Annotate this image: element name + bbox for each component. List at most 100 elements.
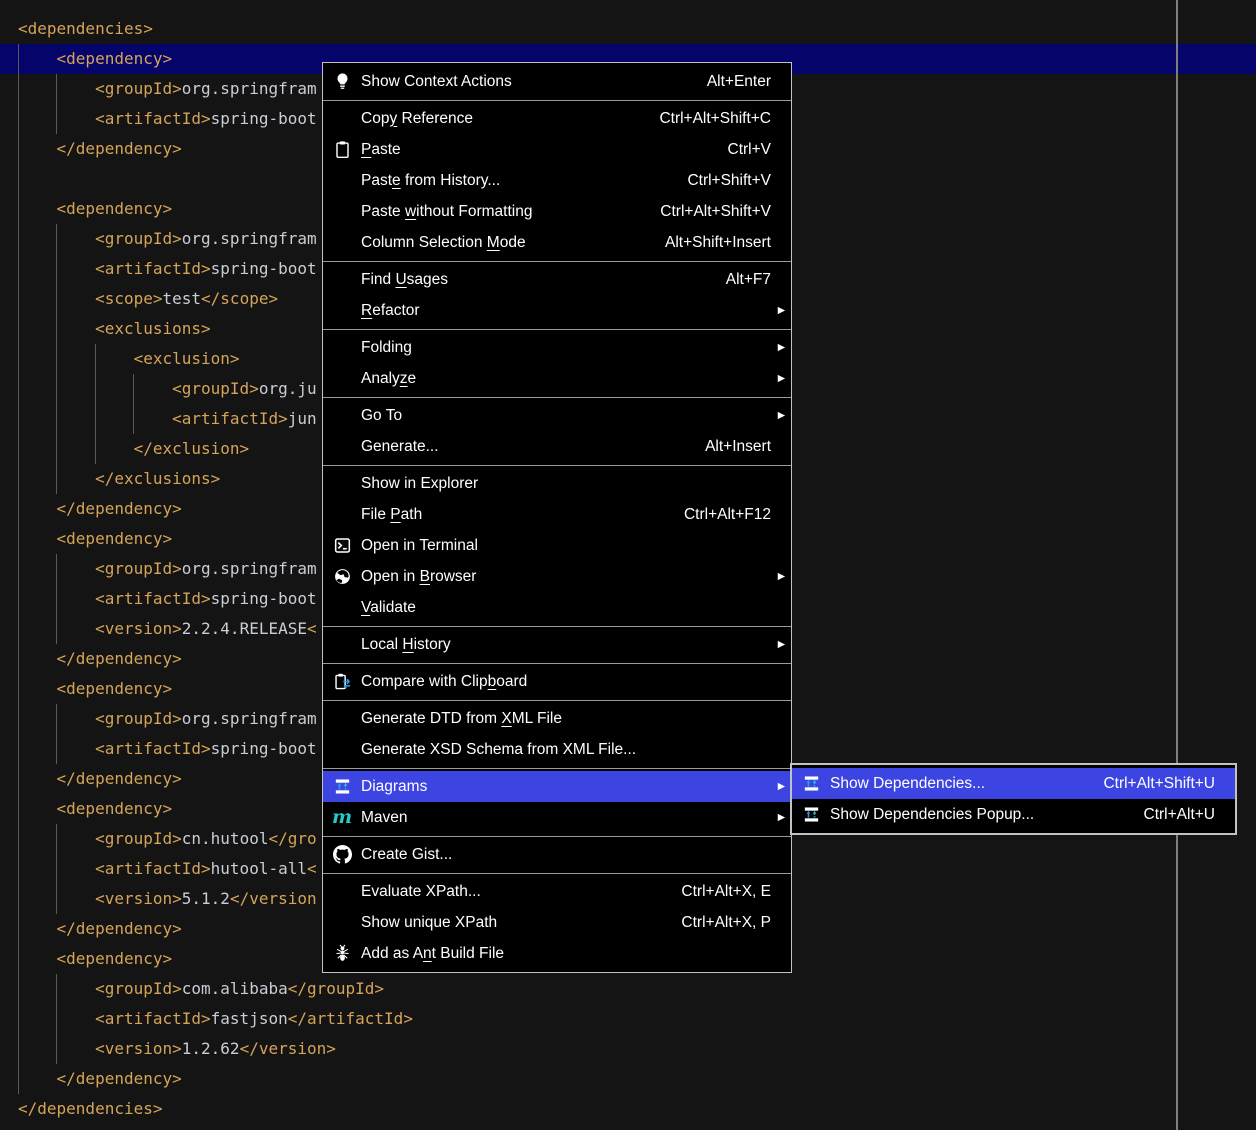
- blank-icon: [331, 505, 353, 525]
- menu-item-go-to[interactable]: Go To ▶: [323, 400, 791, 431]
- menu-item-evaluate-xpath[interactable]: Evaluate XPath... Ctrl+Alt+X, E: [323, 876, 791, 907]
- blank-icon: [331, 233, 353, 253]
- xml-tag: <artifactId>: [18, 859, 211, 878]
- menu-item-shortcut: Ctrl+Alt+X, E: [681, 882, 771, 900]
- menu-item-validate[interactable]: Validate: [323, 592, 791, 623]
- xml-text: com.alibaba: [181, 979, 288, 998]
- xml-tag: </exclusions>: [18, 469, 221, 488]
- menu-item-label: Local History: [361, 635, 451, 653]
- blank-icon: [331, 437, 353, 457]
- menu-item-shortcut: Alt+Shift+Insert: [665, 233, 771, 251]
- diagram-icon: [800, 774, 822, 794]
- xml-text: org.ju: [258, 379, 317, 398]
- menu-item-paste-without-formatting[interactable]: Paste without Formatting Ctrl+Alt+Shift+V: [323, 196, 791, 227]
- menu-item-label: Folding: [361, 338, 412, 356]
- menu-item-label: Generate XSD Schema from XML File...: [361, 740, 637, 758]
- clipboard-paste-icon: [331, 140, 353, 160]
- menu-separator: [323, 260, 791, 262]
- xml-text: org.springfram: [181, 559, 317, 578]
- xml-text: spring-boot: [210, 259, 317, 278]
- menu-item-copy-reference[interactable]: Copy Reference Ctrl+Alt+Shift+C: [323, 103, 791, 134]
- xml-tag: <groupId>: [18, 979, 182, 998]
- code-line[interactable]: </dependency>: [0, 1064, 1256, 1094]
- menu-item-label: Add as Ant Build File: [361, 944, 505, 962]
- menu-item-open-in-terminal[interactable]: Open in Terminal: [323, 530, 791, 561]
- menu-item-shortcut: Ctrl+Shift+V: [687, 171, 771, 189]
- menu-item-show-unique-xpath[interactable]: Show unique XPath Ctrl+Alt+X, P: [323, 907, 791, 938]
- blank-icon: [331, 474, 353, 494]
- menu-separator: [323, 328, 791, 330]
- submenu-arrow-icon: ▶: [777, 373, 785, 384]
- menu-item-file-path[interactable]: File Path Ctrl+Alt+F12: [323, 499, 791, 530]
- xml-tag: </dependencies>: [18, 1099, 163, 1118]
- right-margin-guide: [1176, 0, 1178, 1130]
- menu-item-label: Maven: [361, 808, 408, 826]
- menu-item-label: Show in Explorer: [361, 474, 479, 492]
- xml-tag: <groupId>: [18, 379, 259, 398]
- menu-item-label: Go To: [361, 406, 403, 424]
- xml-tag: <dependency>: [18, 199, 173, 218]
- code-line[interactable]: <artifactId>fastjson</artifactId>: [0, 1004, 1256, 1034]
- menu-item-label: Refactor: [361, 301, 420, 319]
- menu-item-show-dependencies[interactable]: Show Dependencies... Ctrl+Alt+Shift+U: [792, 768, 1235, 799]
- menu-item-paste-from-history[interactable]: Paste from History... Ctrl+Shift+V: [323, 165, 791, 196]
- menu-item-generate-xsd-schema-from-xml-file[interactable]: Generate XSD Schema from XML File...: [323, 734, 791, 765]
- diagram-icon: [800, 805, 822, 825]
- menu-item-shortcut: Alt+F7: [725, 270, 771, 288]
- menu-item-shortcut: Ctrl+Alt+X, P: [681, 913, 771, 931]
- menu-item-shortcut: Ctrl+Alt+F12: [683, 505, 771, 523]
- menu-separator: [323, 872, 791, 874]
- ant-icon: [331, 944, 353, 964]
- menu-item-folding[interactable]: Folding ▶: [323, 332, 791, 363]
- menu-item-column-selection-mode[interactable]: Column Selection Mode Alt+Shift+Insert: [323, 227, 791, 258]
- blank-icon: [331, 740, 353, 760]
- menu-item-refactor[interactable]: Refactor ▶: [323, 295, 791, 326]
- xml-text: 5.1.2: [181, 889, 230, 908]
- xml-text: org.springfram: [181, 709, 317, 728]
- menu-item-label: Find Usages: [361, 270, 449, 288]
- menu-item-local-history[interactable]: Local History ▶: [323, 629, 791, 660]
- xml-text: org.springfram: [181, 79, 317, 98]
- menu-item-analyze[interactable]: Analyze ▶: [323, 363, 791, 394]
- xml-tag: <artifactId>: [18, 259, 211, 278]
- maven-icon: m: [331, 806, 353, 828]
- menu-item-label: Diagrams: [361, 777, 428, 795]
- xml-tag: </version>: [239, 1039, 336, 1058]
- code-line[interactable]: <dependencies>: [0, 14, 1256, 44]
- xml-text: spring-boot: [210, 589, 317, 608]
- menu-item-maven[interactable]: m Maven ▶: [323, 802, 791, 833]
- menu-item-paste[interactable]: Paste Ctrl+V: [323, 134, 791, 165]
- xml-tag: <: [306, 859, 317, 878]
- menu-item-show-dependencies-popup[interactable]: Show Dependencies Popup... Ctrl+Alt+U: [792, 799, 1235, 830]
- code-line[interactable]: <version>1.2.62</version>: [0, 1034, 1256, 1064]
- xml-text: jun: [287, 409, 317, 428]
- xml-tag: <artifactId>: [18, 739, 211, 758]
- xml-tag: <exclusions>: [18, 319, 211, 338]
- menu-separator: [323, 625, 791, 627]
- xml-tag: </gro: [268, 829, 317, 848]
- xml-tag: <: [307, 619, 317, 638]
- menu-item-create-gist[interactable]: Create Gist...: [323, 839, 791, 870]
- blank-icon: [331, 301, 353, 321]
- menu-item-compare-with-clipboard[interactable]: Compare with Clipboard: [323, 666, 791, 697]
- menu-item-label: Open in Browser: [361, 567, 477, 585]
- menu-item-add-as-ant-build-file[interactable]: Add as Ant Build File: [323, 938, 791, 969]
- xml-tag: </dependency>: [18, 1069, 182, 1088]
- blank-icon: [331, 406, 353, 426]
- xml-tag: <artifactId>: [18, 1009, 211, 1028]
- blank-icon: [331, 338, 353, 358]
- menu-item-show-in-explorer[interactable]: Show in Explorer: [323, 468, 791, 499]
- menu-item-generate[interactable]: Generate... Alt+Insert: [323, 431, 791, 462]
- menu-item-label: Show Context Actions: [361, 72, 512, 90]
- menu-item-open-in-browser[interactable]: Open in Browser ▶: [323, 561, 791, 592]
- xml-text: spring-boot: [210, 109, 317, 128]
- menu-item-find-usages[interactable]: Find Usages Alt+F7: [323, 264, 791, 295]
- menu-item-diagrams[interactable]: Diagrams ▶: [323, 771, 791, 802]
- code-line[interactable]: <groupId>com.alibaba</groupId>: [0, 974, 1256, 1004]
- menu-item-show-context-actions[interactable]: Show Context Actions Alt+Enter: [323, 66, 791, 97]
- code-line[interactable]: </dependencies>: [0, 1094, 1256, 1124]
- menu-item-generate-dtd-from-xml-file[interactable]: Generate DTD from XML File: [323, 703, 791, 734]
- blank-icon: [331, 598, 353, 618]
- blank-icon: [331, 202, 353, 222]
- menu-item-label: Show unique XPath: [361, 913, 498, 931]
